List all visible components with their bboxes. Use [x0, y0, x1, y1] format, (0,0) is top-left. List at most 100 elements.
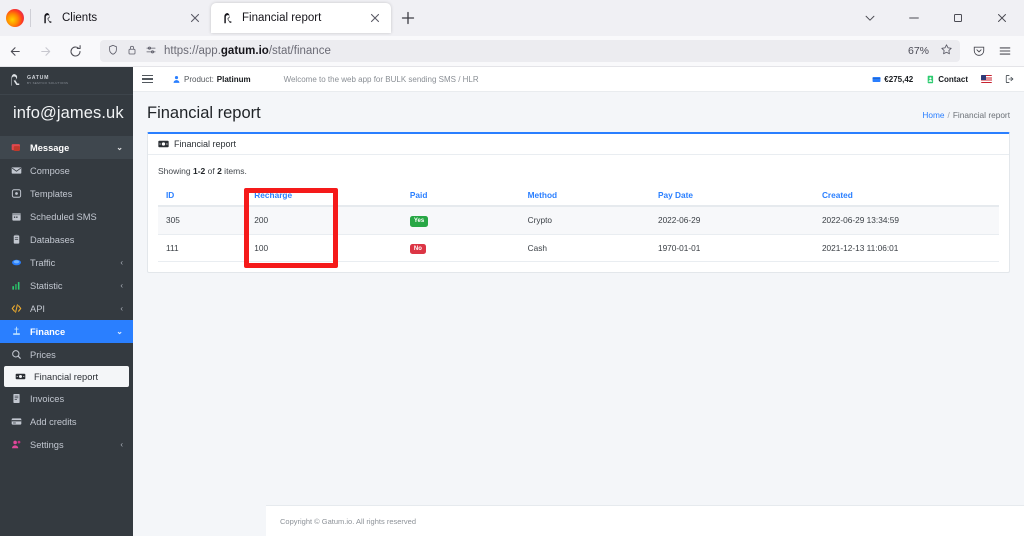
star-icon[interactable]	[940, 43, 953, 59]
status-badge: Yes	[409, 216, 429, 227]
cell-created: 2022-06-29 13:34:59	[813, 206, 999, 235]
sidebar-item-databases[interactable]: Databases	[0, 228, 133, 251]
list-all-tabs-button[interactable]	[848, 0, 892, 36]
chevron-left-icon: ‹	[120, 440, 123, 449]
table-header-row: ID Recharge Paid Method Pay Date Created	[158, 185, 999, 207]
sidebar-item-prices[interactable]: Prices	[0, 343, 133, 366]
sidebar-item-message[interactable]: Message ⌄	[0, 136, 133, 159]
user-badge-icon	[173, 75, 180, 83]
page-footer: Copyright © Gatum.io. All rights reserve…	[266, 505, 1024, 536]
traffic-icon	[11, 257, 22, 268]
contact-button[interactable]: Contact	[926, 75, 968, 84]
card-body: Showing 1-2 of 2 items. ID Recharge Paid	[148, 155, 1009, 272]
url-text[interactable]: https://app.gatum.io/stat/finance	[164, 45, 897, 57]
maximize-button[interactable]	[936, 0, 980, 36]
sidebar-item-settings[interactable]: Settings ‹	[0, 433, 133, 456]
sidebar-item-label: Scheduled SMS	[30, 211, 97, 222]
cell-recharge: 200	[246, 206, 402, 235]
sidebar-item-traffic[interactable]: Traffic ‹	[0, 251, 133, 274]
column-header-recharge[interactable]: Recharge	[246, 185, 402, 207]
gatum-logo-icon	[224, 12, 232, 23]
sidebar-item-label: Statistic	[30, 280, 63, 291]
sidebar-item-financial-report[interactable]: Financial report	[4, 366, 129, 387]
sidebar-item-add-credits[interactable]: Add credits	[0, 410, 133, 433]
product-name: Platinum	[216, 74, 251, 84]
breadcrumb-current: Financial report	[952, 110, 1010, 120]
breadcrumb: Home / Financial report	[922, 110, 1010, 123]
calendar-icon	[11, 211, 22, 222]
column-header-method[interactable]: Method	[519, 185, 650, 207]
sidebar-item-scheduled-sms[interactable]: Scheduled SMS	[0, 205, 133, 228]
sidebar-toggle-icon[interactable]	[142, 71, 158, 87]
table-row[interactable]: 111 100 No Cash 1970-01-01 2021-12-13 11…	[158, 234, 999, 262]
forward-button[interactable]	[30, 38, 60, 64]
sidebar-item-finance[interactable]: Finance ⌄	[0, 320, 133, 343]
topbar-right-actions: €275,42 Contact	[872, 74, 1015, 84]
template-icon	[11, 188, 22, 199]
column-header-pay-date[interactable]: Pay Date	[649, 185, 814, 207]
settings-icon	[11, 439, 22, 450]
cell-pay-date: 1970-01-01	[649, 234, 814, 262]
page-title: Financial report	[147, 104, 261, 122]
chevron-down-icon: ⌄	[116, 327, 123, 336]
account-balance[interactable]: €275,42	[872, 75, 913, 84]
welcome-message: Welcome to the web app for BULK sending …	[283, 74, 479, 84]
summary-range: 1-2	[192, 166, 206, 176]
price-tag-icon	[11, 349, 22, 360]
table-row[interactable]: 305 200 Yes Crypto 2022-06-29 2022-06-29…	[158, 206, 999, 235]
sidebar-item-label: Message	[30, 142, 70, 153]
shield-icon[interactable]	[107, 44, 119, 59]
sidebar-item-statistic[interactable]: Statistic ‹	[0, 274, 133, 297]
window-controls	[848, 0, 1024, 36]
cell-paid: Yes	[401, 206, 520, 235]
logout-icon[interactable]	[1005, 74, 1015, 84]
cell-pay-date: 2022-06-29	[649, 206, 814, 235]
close-window-button[interactable]	[980, 0, 1024, 36]
permissions-icon[interactable]	[145, 44, 157, 59]
address-bar[interactable]: https://app.gatum.io/stat/finance 67%	[100, 40, 960, 62]
sidebar-item-compose[interactable]: Compose	[0, 159, 133, 182]
reload-button[interactable]	[60, 38, 90, 64]
chevron-left-icon: ‹	[120, 304, 123, 313]
cell-method: Cash	[519, 234, 650, 262]
close-icon[interactable]	[187, 10, 203, 26]
user-email: info@james.uk	[13, 104, 124, 122]
financial-report-table: ID Recharge Paid Method Pay Date Created…	[158, 185, 999, 262]
new-tab-button[interactable]	[395, 5, 421, 31]
envelope-icon	[11, 165, 22, 176]
us-flag-icon[interactable]	[981, 75, 992, 83]
statistic-icon	[11, 280, 22, 291]
invoice-icon	[11, 393, 22, 404]
breadcrumb-home-link[interactable]: Home	[922, 110, 944, 120]
chevron-left-icon: ‹	[120, 258, 123, 267]
sidebar-item-templates[interactable]: Templates	[0, 182, 133, 205]
main-content: Product: Platinum Welcome to the web app…	[133, 67, 1024, 536]
lock-icon[interactable]	[126, 44, 138, 59]
browser-tab-clients[interactable]: Clients	[31, 3, 211, 33]
close-icon[interactable]	[367, 10, 383, 26]
web-page-viewport: GATUM BY SEMYCO SOLUTIONS info@james.uk …	[0, 67, 1024, 536]
chevron-down-icon: ⌄	[116, 143, 123, 152]
browser-tab-financial-report[interactable]: Financial report	[211, 3, 391, 33]
browser-tab-strip: Clients Financial report	[0, 0, 1024, 36]
pocket-icon[interactable]	[966, 38, 992, 64]
page-header: Financial report Home / Financial report	[133, 92, 1024, 132]
column-header-created[interactable]: Created	[813, 185, 999, 207]
sidebar-item-label: Compose	[30, 165, 70, 176]
contact-label: Contact	[938, 74, 968, 84]
sidebar-item-label: Prices	[30, 349, 56, 360]
sidebar-item-api[interactable]: API ‹	[0, 297, 133, 320]
back-button[interactable]	[0, 38, 30, 64]
status-badge: No	[409, 243, 426, 254]
sidebar-item-label: Traffic	[30, 257, 56, 268]
column-header-id[interactable]: ID	[158, 185, 247, 207]
brand-logo[interactable]: GATUM BY SEMYCO SOLUTIONS	[0, 67, 133, 95]
zoom-level-indicator[interactable]: 67%	[904, 44, 933, 58]
sidebar-item-invoices[interactable]: Invoices	[0, 387, 133, 410]
hamburger-menu-icon[interactable]	[992, 38, 1018, 64]
column-header-paid[interactable]: Paid	[401, 185, 520, 207]
sidebar-item-label: Financial report	[34, 371, 99, 382]
credit-card-icon	[11, 416, 22, 427]
money-icon	[158, 140, 169, 148]
minimize-button[interactable]	[892, 0, 936, 36]
